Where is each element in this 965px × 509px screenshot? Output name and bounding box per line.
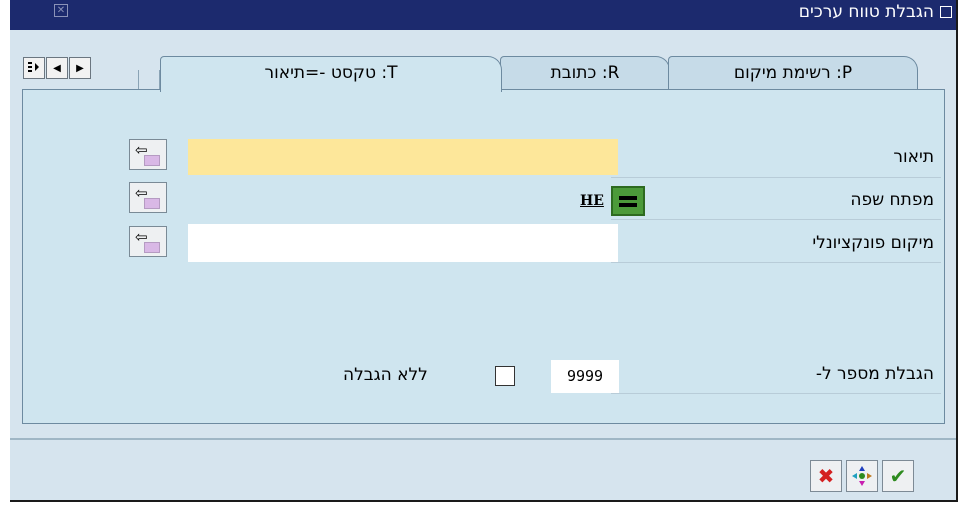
equals-bars <box>619 196 637 200</box>
tab-location-list[interactable]: P: רשימת מיקום <box>668 56 918 90</box>
description-multiple-selection-button[interactable]: ⇦ <box>129 139 167 170</box>
location-multiple-selection-button[interactable]: ⇦ <box>129 226 167 257</box>
row-divider <box>611 393 941 394</box>
window-title: הגבלת טווח ערכים <box>798 2 934 22</box>
selection-square-icon <box>144 155 160 166</box>
max-hits-label: הגבלת מספר ל- <box>815 364 934 384</box>
dialog-window: ✕ הגבלת טווח ערכים ◀ ▶ T: טקסט -=תיאור R… <box>10 0 958 502</box>
tab-label: P: רשימת מיקום <box>733 63 853 83</box>
row-divider <box>611 219 941 220</box>
window-close-icon[interactable]: ✕ <box>54 4 68 17</box>
description-input[interactable] <box>188 139 618 175</box>
tab-text-description[interactable]: T: טקסט -=תיאור <box>160 56 502 92</box>
tab-address[interactable]: R: כתובת <box>500 56 670 90</box>
window-menu-icon[interactable] <box>940 6 952 18</box>
footer-separator <box>10 438 956 440</box>
no-limit-checkbox[interactable] <box>495 366 515 386</box>
functional-location-input[interactable] <box>188 224 618 262</box>
selection-square-icon <box>144 198 160 209</box>
scroll-left-icon[interactable]: ◀ <box>46 57 68 79</box>
description-label: תיאור <box>893 147 934 167</box>
scroll-right-icon[interactable]: ▶ <box>69 57 91 79</box>
tab-label: R: כתובת <box>550 63 620 83</box>
cancel-icon[interactable]: ✖ <box>810 460 842 492</box>
language-key-value[interactable]: HE <box>580 193 604 209</box>
selection-square-icon <box>144 242 160 253</box>
max-hits-input[interactable]: 9999 <box>551 360 619 393</box>
row-divider <box>611 262 941 263</box>
language-key-label: מפתח שפה <box>850 190 934 210</box>
title-bar: ✕ הגבלת טווח ערכים <box>10 0 956 30</box>
row-divider <box>611 177 941 178</box>
tab-navigation: ◀ ▶ <box>23 57 91 81</box>
tab-strip-divider <box>138 70 160 90</box>
functional-location-label: מיקום פונקציונלי <box>812 233 934 253</box>
tab-label: T: טקסט -=תיאור <box>264 63 398 83</box>
language-multiple-selection-button[interactable]: ⇦ <box>129 182 167 213</box>
no-limit-label: ללא הגבלה <box>343 365 428 385</box>
tab-content-panel: ⇦ תיאור ⇦ HE מפתח שפה ⇦ מיקום פונקציונלי… <box>22 89 945 424</box>
multiple-selection-icon[interactable] <box>846 460 878 492</box>
menu-list-icon[interactable] <box>23 57 45 79</box>
continue-check-icon[interactable]: ✔ <box>882 460 914 492</box>
equals-icon[interactable] <box>611 186 645 216</box>
